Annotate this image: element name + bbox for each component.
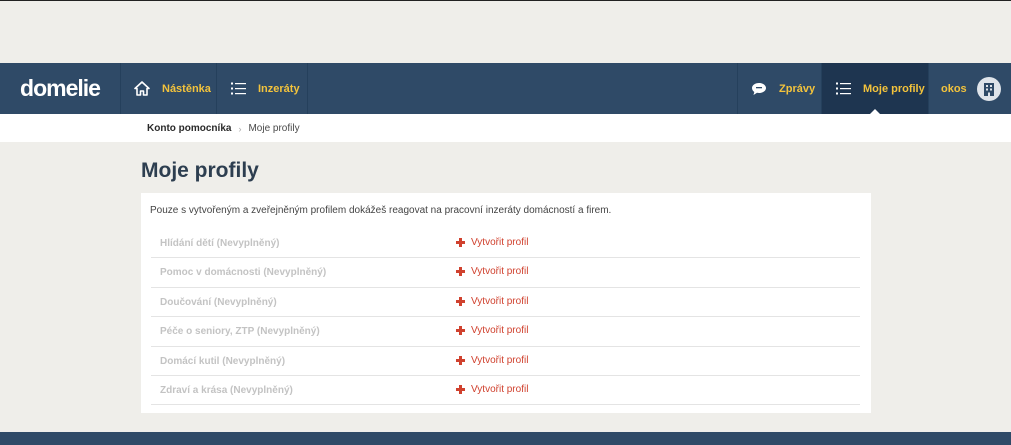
profile-row: Péče o seniory, ZTP (Nevyplněný) Vytvoři… — [151, 317, 860, 347]
profile-row: Domácí kutil (Nevyplněný) Vytvořit profi… — [151, 347, 860, 376]
create-profile-label: Vytvořit profil — [471, 237, 529, 248]
profile-name: Doučování (Nevyplněný) — [160, 296, 277, 308]
create-profile-button[interactable]: Vytvořit profil — [456, 237, 528, 248]
nav-zpravy[interactable]: Zprávy — [737, 63, 822, 114]
nav-inzeraty[interactable]: Inzeráty — [217, 63, 308, 114]
plus-icon — [456, 267, 465, 277]
profiles-list: Hlídání dětí (Nevyplněný) Vytvořit profi… — [151, 229, 860, 406]
nav-nastenka[interactable]: Nástěnka — [121, 63, 217, 114]
intro-text: Pouze s vytvořeným a zveřejněným profile… — [150, 205, 612, 216]
create-profile-button[interactable]: Vytvořit profil — [456, 355, 528, 366]
profile-name: Pomoc v domácnosti (Nevyplněný) — [160, 267, 327, 279]
breadcrumb-separator: › — [238, 123, 242, 134]
profile-row: Pomoc v domácnosti (Nevyplněný) Vytvořit… — [151, 258, 860, 288]
breadcrumb: Konto pomocníka › Moje profily — [147, 123, 300, 134]
plus-icon — [456, 384, 465, 394]
nav-inzeraty-label: Inzeráty — [258, 82, 300, 95]
create-profile-button[interactable]: Vytvořit profil — [456, 325, 528, 336]
home-icon — [134, 81, 150, 96]
nav-user-menu[interactable]: okos — [929, 63, 1011, 114]
profiles-panel: Pouze s vytvořeným a zveřejněným profile… — [141, 193, 871, 413]
list-icon — [231, 82, 246, 95]
plus-icon — [456, 355, 465, 365]
plus-icon — [456, 296, 465, 306]
nav-moje-profily-label: Moje profily — [863, 82, 925, 95]
plus-icon — [456, 238, 465, 247]
create-profile-button[interactable]: Vytvořit profil — [456, 296, 528, 307]
create-profile-label: Vytvořit profil — [471, 383, 529, 395]
profile-row: Zdraví a krása (Nevyplněný) Vytvořit pro… — [151, 376, 860, 406]
profile-row: Doučování (Nevyplněný) Vytvořit profil — [151, 288, 860, 318]
breadcrumb-bar: Konto pomocníka › Moje profily — [0, 114, 1011, 142]
profile-name: Péče o seniory, ZTP (Nevyplněný) — [160, 326, 320, 338]
profile-name: Domácí kutil (Nevyplněný) — [160, 355, 286, 367]
profile-name: Zdraví a krása (Nevyplněný) — [160, 384, 293, 396]
nav-zpravy-label: Zprávy — [779, 82, 816, 95]
username-label: okos — [941, 82, 967, 95]
footer-bar — [0, 432, 1011, 445]
create-profile-label: Vytvořit profil — [471, 325, 529, 337]
create-profile-label: Vytvořit profil — [471, 266, 529, 278]
plus-icon — [456, 326, 465, 336]
create-profile-button[interactable]: Vytvořit profil — [456, 384, 528, 395]
building-avatar-icon — [976, 76, 1001, 101]
create-profile-label: Vytvořit profil — [471, 295, 529, 307]
chat-icon — [751, 82, 767, 96]
nav-nastenka-label: Nástěnka — [162, 82, 211, 95]
breadcrumb-root-link[interactable]: Konto pomocníka — [147, 123, 231, 134]
top-navbar: domelie Nástěnka Inzeráty Zprávy Moje pr… — [0, 63, 1011, 115]
profile-name: Hlídání dětí (Nevyplněný) — [160, 238, 280, 249]
nav-moje-profily[interactable]: Moje profily — [822, 63, 929, 115]
window-top-border — [0, 0, 1011, 1]
list-icon — [836, 82, 851, 95]
create-profile-button[interactable]: Vytvořit profil — [456, 266, 528, 277]
create-profile-label: Vytvořit profil — [471, 354, 529, 366]
logo[interactable]: domelie — [0, 63, 121, 114]
page-title: Moje profily — [141, 159, 259, 182]
breadcrumb-current: Moje profily — [248, 123, 300, 134]
profile-row: Hlídání dětí (Nevyplněný) Vytvořit profi… — [151, 229, 860, 259]
